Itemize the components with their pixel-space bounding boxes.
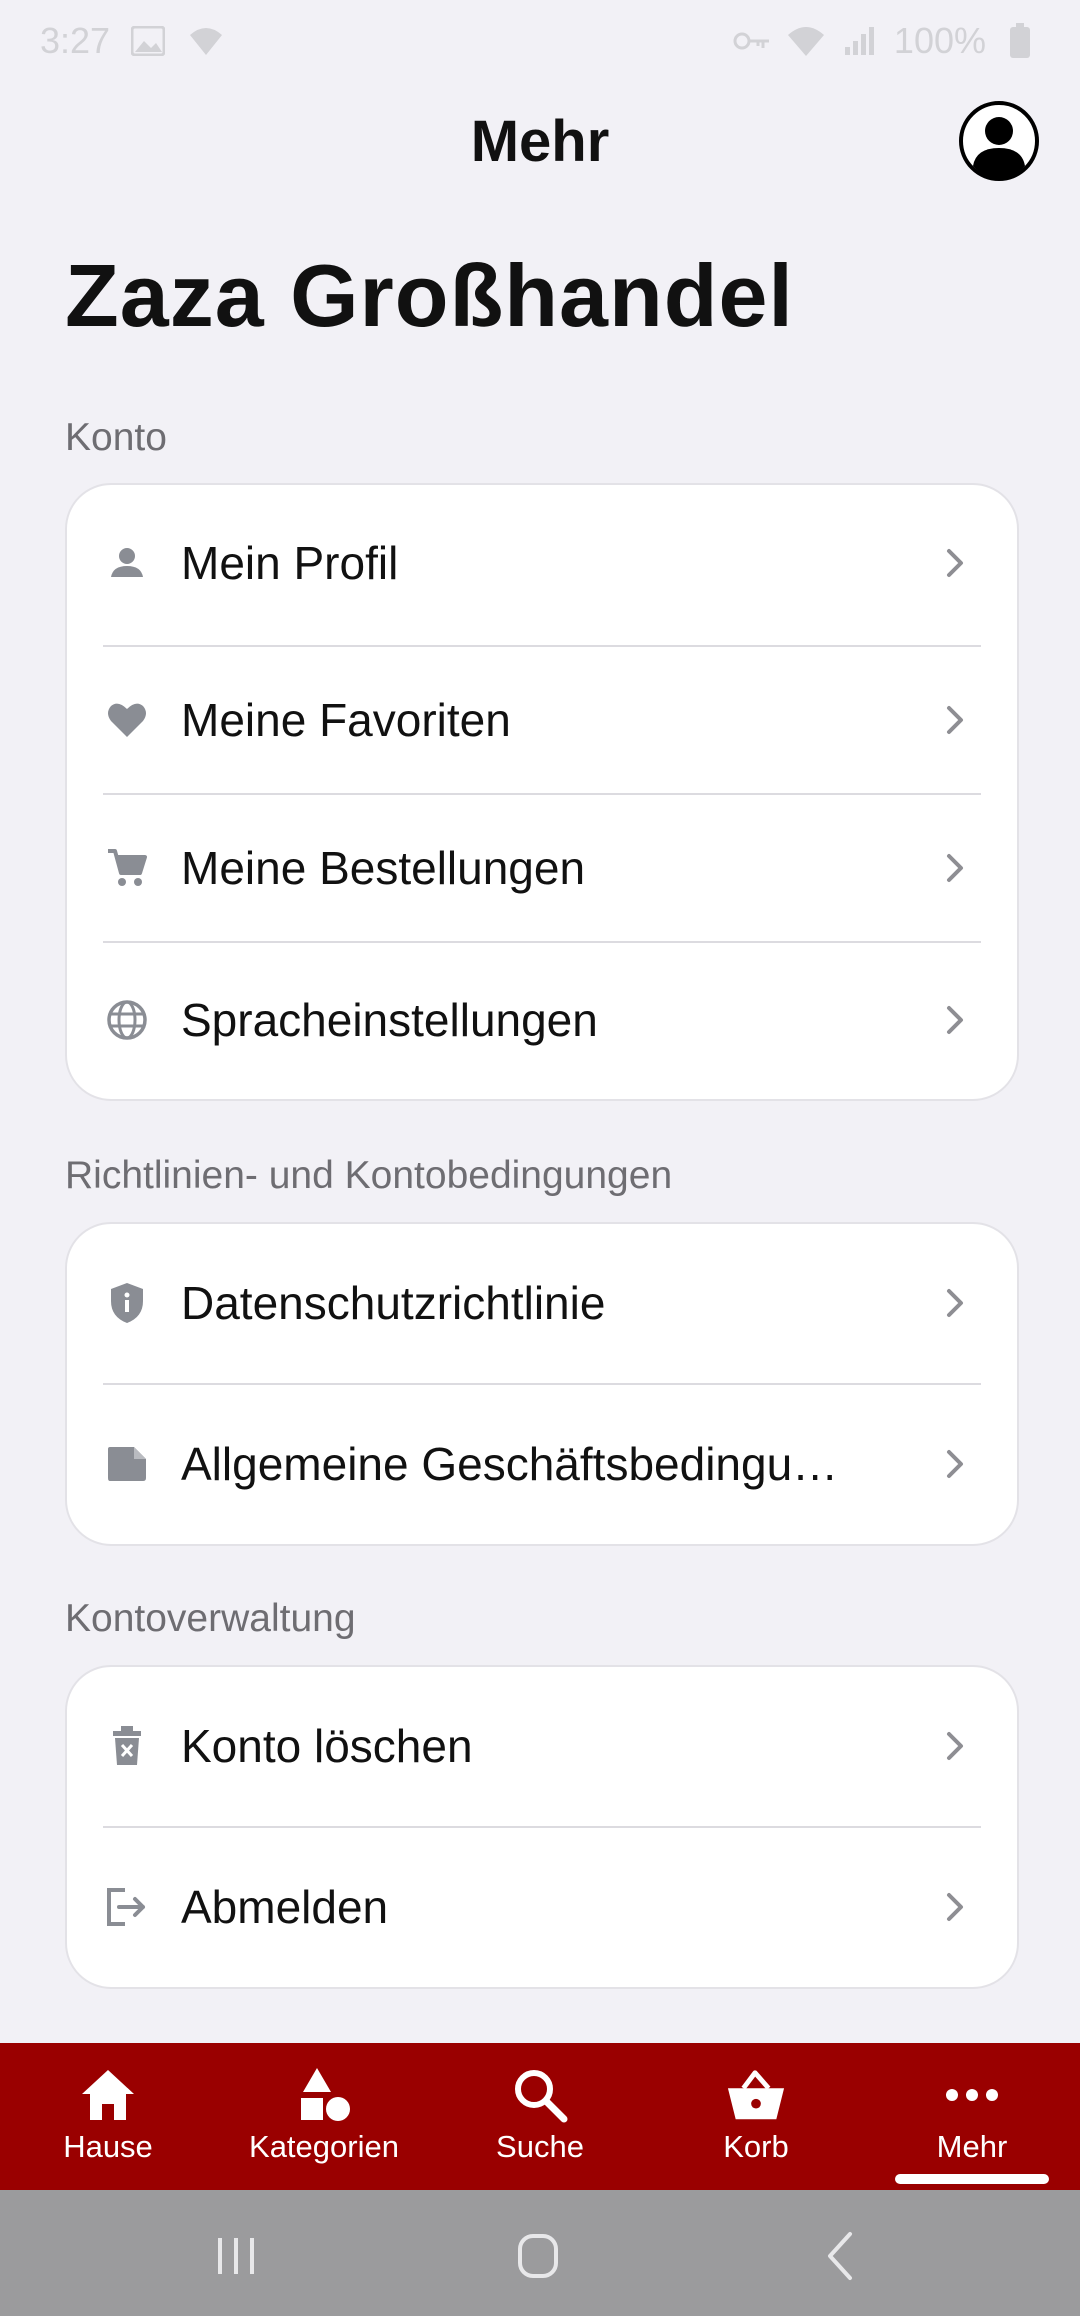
- menu-item-label: Meine Bestellungen: [181, 842, 586, 894]
- more-dots-icon: [942, 2065, 1002, 2125]
- app-header: Mehr: [0, 90, 1080, 190]
- card-account-management: Konto löschen Abmelden: [65, 1665, 1019, 1989]
- logout-icon: [103, 1883, 151, 1931]
- battery-percent: 100%: [893, 20, 986, 61]
- shapes-icon: [294, 2065, 354, 2125]
- menu-item-privacy-policy[interactable]: Datenschutzrichtlinie: [67, 1224, 1017, 1382]
- recent-apps-icon: [218, 2238, 254, 2274]
- menu-item-label: Abmelden: [181, 1880, 389, 1933]
- nav-item-search[interactable]: Suche: [432, 2043, 648, 2190]
- nav-label: Korb: [723, 2129, 789, 2164]
- section-label-account-management: Kontoverwaltung: [65, 1597, 356, 1640]
- signal-icon: [840, 21, 880, 61]
- menu-item-label: Meine Favoriten: [181, 694, 511, 746]
- bottom-nav: Hause Kategorien Suche Korb Mehr: [0, 2043, 1080, 2190]
- menu-item-logout[interactable]: Abmelden: [67, 1828, 1017, 1985]
- profile-avatar-button[interactable]: [958, 100, 1040, 182]
- key-icon: [732, 21, 772, 61]
- globe-icon: [103, 996, 151, 1044]
- menu-item-my-orders[interactable]: Meine Bestellungen: [67, 795, 1017, 941]
- chevron-right-icon: [947, 854, 963, 882]
- chevron-right-icon: [947, 1289, 963, 1317]
- menu-item-my-favorites[interactable]: Meine Favoriten: [67, 647, 1017, 793]
- chevron-right-icon: [947, 706, 963, 734]
- trash-icon: [103, 1722, 151, 1770]
- nav-label: Hause: [63, 2129, 153, 2164]
- recent-apps-button[interactable]: [206, 2228, 266, 2284]
- menu-item-terms[interactable]: Allgemeine Geschäftsbedingu…: [67, 1385, 1017, 1542]
- menu-item-label: Mein Profil: [181, 536, 399, 589]
- heart-icon: [103, 696, 151, 744]
- menu-item-language-settings[interactable]: Spracheinstellungen: [67, 943, 1017, 1097]
- nav-item-categories[interactable]: Kategorien: [216, 2043, 432, 2190]
- wifi-icon: [786, 21, 826, 61]
- menu-item-label: Allgemeine Geschäftsbedingu…: [181, 1437, 839, 1490]
- active-tab-indicator: [895, 2174, 1049, 2184]
- menu-item-label: Datenschutzrichtlinie: [181, 1277, 606, 1329]
- nav-label: Suche: [496, 2129, 584, 2164]
- menu-item-delete-account[interactable]: Konto löschen: [67, 1667, 1017, 1825]
- header-title: Mehr: [470, 109, 610, 174]
- card-policies: Datenschutzrichtlinie Allgemeine Geschäf…: [65, 1222, 1019, 1546]
- cart-icon: [103, 844, 151, 892]
- section-label-konto: Konto: [65, 416, 167, 459]
- nav-item-basket[interactable]: Korb: [648, 2043, 864, 2190]
- card-konto: Mein Profil Meine Favoriten Meine Bestel…: [65, 483, 1019, 1101]
- basket-icon: [726, 2065, 786, 2125]
- image-icon: [128, 21, 168, 61]
- page-title: Zaza Großhandel: [65, 246, 794, 345]
- battery-icon: [1000, 21, 1040, 61]
- section-label-policies: Richtlinien- und Kontobedingungen: [65, 1154, 673, 1197]
- nav-item-home[interactable]: Hause: [0, 2043, 216, 2190]
- document-icon: [103, 1440, 151, 1488]
- home-icon: [78, 2065, 138, 2125]
- wifi-check-icon: [186, 21, 226, 61]
- chevron-right-icon: [947, 1732, 963, 1760]
- shield-info-icon: [103, 1279, 151, 1327]
- nav-label: Mehr: [936, 2129, 1008, 2164]
- chevron-right-icon: [947, 1449, 963, 1478]
- status-bar: 3:27 100%: [0, 0, 1080, 80]
- home-system-button[interactable]: [508, 2228, 568, 2284]
- back-arrow-icon: [828, 2232, 852, 2280]
- chevron-right-icon: [947, 1892, 963, 1921]
- menu-item-label: Spracheinstellungen: [181, 994, 598, 1046]
- nav-label: Kategorien: [249, 2129, 399, 2164]
- menu-item-my-profile[interactable]: Mein Profil: [67, 485, 1017, 640]
- account-circle-icon: [959, 101, 1039, 181]
- status-time: 3:27: [40, 20, 111, 61]
- nav-item-more[interactable]: Mehr: [864, 2043, 1080, 2190]
- chevron-right-icon: [947, 1006, 963, 1034]
- chevron-right-icon: [947, 548, 963, 577]
- system-nav-bar: [0, 2190, 1080, 2316]
- home-circle-icon: [518, 2234, 558, 2278]
- search-icon: [510, 2065, 570, 2125]
- person-icon: [103, 539, 151, 587]
- back-button[interactable]: [812, 2228, 872, 2284]
- menu-item-label: Konto löschen: [181, 1720, 473, 1772]
